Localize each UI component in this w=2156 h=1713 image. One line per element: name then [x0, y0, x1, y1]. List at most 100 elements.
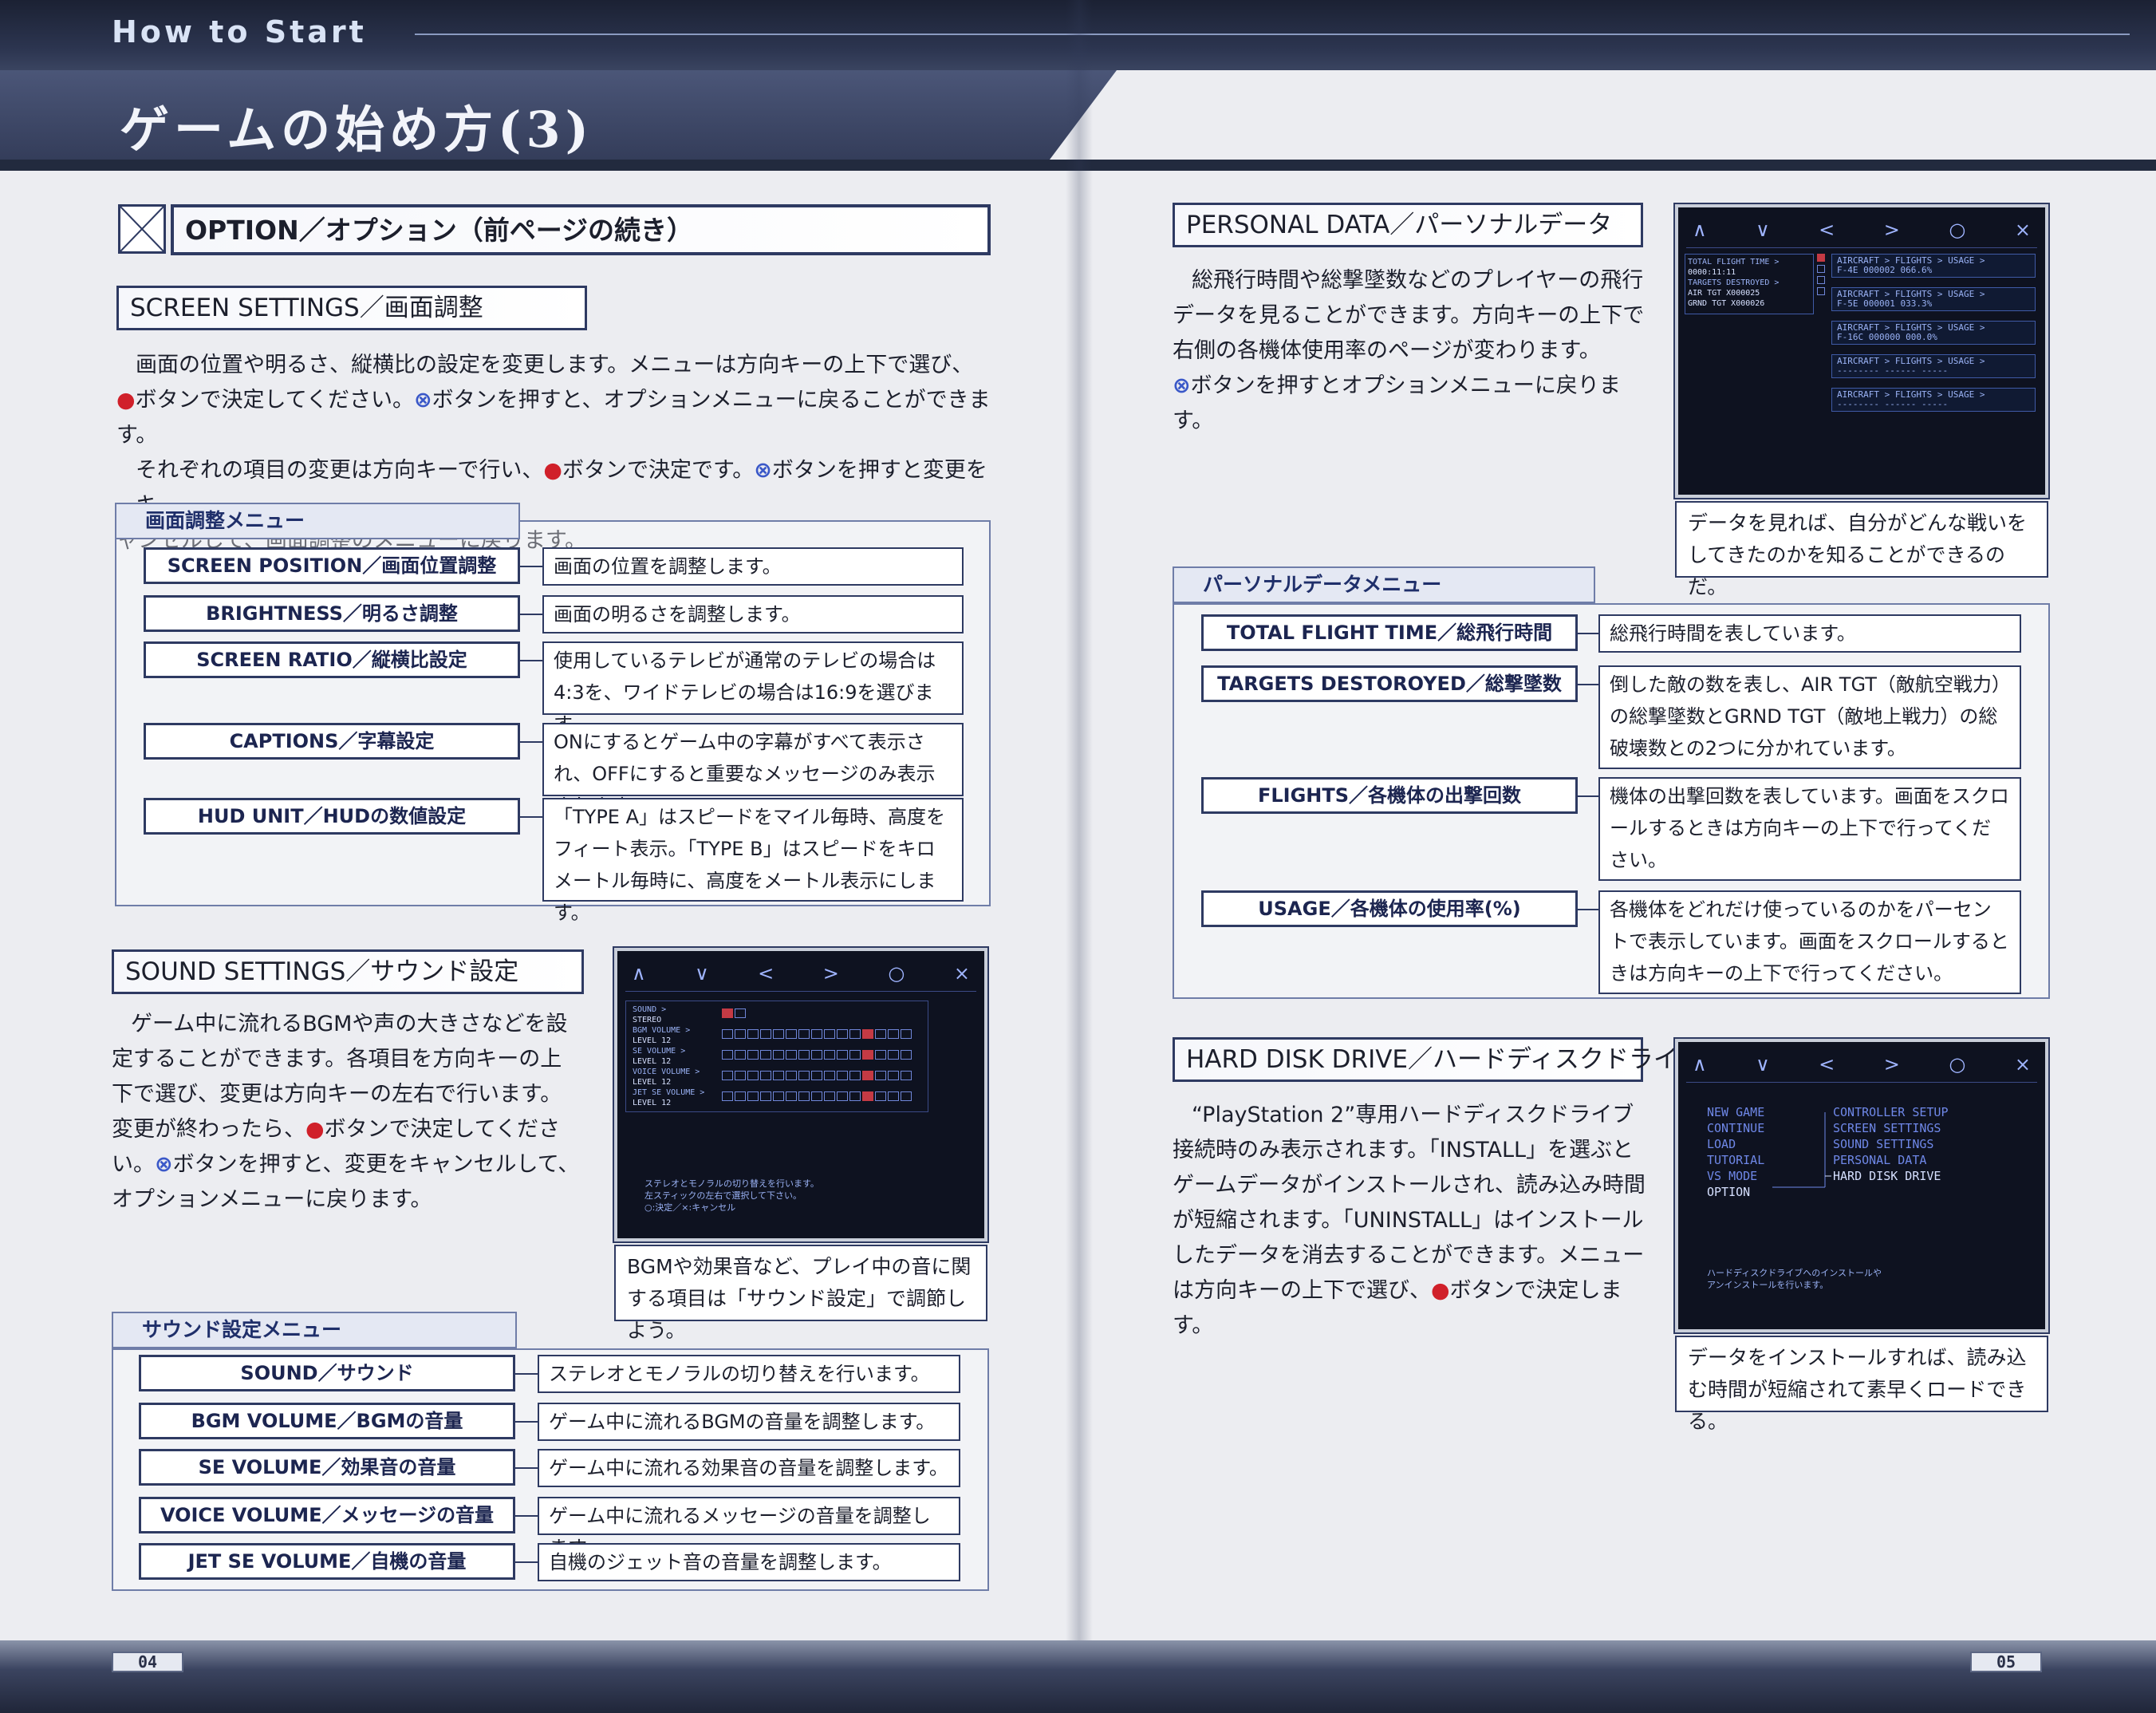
row-desc-screen-position: 画面の位置を調整します。 [542, 547, 964, 586]
menu-line: STEREO [633, 1016, 662, 1024]
cross-box-icon [120, 206, 164, 252]
row-connector [1578, 633, 1598, 634]
page-number-left: 04 [112, 1652, 183, 1672]
page-dot [1817, 276, 1825, 284]
row-desc-total-flight-time: 総飛行時間を表しています。 [1598, 614, 2021, 653]
main-menu-item: VS MODE [1707, 1169, 1758, 1183]
sound-menu-panel: SOUND > STEREO BGM VOLUME > LEVEL 12 SE … [625, 1001, 928, 1112]
col-usage: USAGE > [1948, 389, 1985, 400]
row-desc-brightness: 画面の明るさを調整します。 [542, 595, 964, 633]
row-label-captions: CAPTIONS／字幕設定 [144, 723, 520, 760]
main-menu-item: NEW GAME [1707, 1105, 1765, 1119]
row-label-voice-volume: VOICE VOLUME／メッセージの音量 [139, 1497, 515, 1533]
screen-nav-rule [625, 991, 976, 992]
page-title: ゲームの始め方(3) [120, 101, 593, 159]
left-icon: < [1819, 219, 1835, 241]
screen-settings-heading: SCREEN SETTINGS／画面調整 [116, 286, 587, 330]
right-icon: > [1883, 219, 1900, 241]
aircraft-name: F-4E [1837, 265, 1858, 275]
totals-line: 0000:11:11 [1688, 268, 1736, 277]
text-line: ボタンで決定してください。 [135, 388, 414, 412]
row-connector [515, 1561, 538, 1563]
sub-menu-list: CONTROLLER SETUP SCREEN SETTINGS SOUND S… [1833, 1104, 1949, 1184]
aircraft-flights: 000002 [1863, 265, 1895, 275]
top-rule [415, 34, 2130, 35]
help-line: アンインストールを行います。 [1707, 1280, 1829, 1290]
row-label-flights: FLIGHTS／各機体の出撃回数 [1201, 777, 1578, 814]
totals-line: TARGETS DESTROYED > [1688, 278, 1780, 287]
personal-data-caption: データを見れば、自分がどんな戦いをしてきたのかを知ることができるのだ。 [1675, 501, 2048, 598]
sound-settings-caption: BGMや効果音など、プレイ中の音に関する項目は「サウンド設定」で調節しよう。 [614, 1245, 987, 1342]
personal-data-text: 総飛行時間や総撃墜数などのプレイヤーの飛行データを見ることができます。方向キーの… [1173, 263, 1646, 439]
left-icon: < [758, 962, 775, 985]
aircraft-row: AIRCRAFT > FLIGHTS > USAGE > F-5E 000001 … [1831, 287, 2036, 311]
circle-button-icon: ● [1431, 1278, 1450, 1303]
volume-bar-voice [722, 1068, 913, 1080]
menu-line: LEVEL 12 [633, 1036, 672, 1045]
selector-cell [722, 1008, 733, 1018]
row-connector [1578, 909, 1598, 910]
hdd-heading: HARD DISK DRIVE／ハードディスクドライブ [1173, 1037, 1703, 1082]
text-line: “PlayStation 2”専用ハードディスクドライブ接続時のみ表示されます。… [1173, 1103, 1646, 1303]
help-line: 左スティックの左右で選択して下さい。 [644, 1190, 802, 1201]
up-icon: ∧ [1693, 219, 1707, 241]
aircraft-flights: 000000 [1868, 332, 1901, 342]
row-label-total-flight-time: TOTAL FLIGHT TIME／総飛行時間 [1201, 614, 1578, 651]
up-icon: ∧ [1693, 1053, 1707, 1076]
page-number-right: 05 [1970, 1652, 2042, 1672]
page-dot [1817, 265, 1825, 273]
screen-nav-bar: ∧ ∨ < > ○ × [1693, 219, 2031, 243]
aircraft-flights: 000001 [1863, 298, 1895, 309]
row-label-targets-destroyed: TARGETS DESTOROYED／総撃墜数 [1201, 665, 1578, 702]
sound-settings-heading: SOUND SETTINGS／サウンド設定 [112, 949, 584, 994]
row-desc-screen-ratio: 使用しているテレビが通常のテレビの場合は4:3を、ワイドテレビの場合は16:9を… [542, 641, 964, 736]
row-label-screen-position: SCREEN POSITION／画面位置調整 [144, 547, 520, 584]
row-desc-jet-se-volume: 自機のジェット音の音量を調整します。 [538, 1543, 960, 1581]
title-banner: ゲームの始め方(3) [0, 70, 1117, 160]
sub-menu-item: CONTROLLER SETUP [1833, 1105, 1949, 1119]
down-icon: ∨ [1756, 219, 1770, 241]
help-line: ハードディスクドライブへのインストールや [1707, 1268, 1882, 1278]
screen-nav-bar: ∧ ∨ < > ○ × [1693, 1053, 2031, 1077]
row-desc-sound: ステレオとモノラルの切り替えを行います。 [538, 1355, 960, 1393]
row-connector [520, 816, 542, 818]
row-desc-se-volume: ゲーム中に流れる効果音の音量を調整します。 [538, 1449, 960, 1487]
totals-line: AIR TGT X000025 [1688, 289, 1760, 298]
circle-button-icon: ● [543, 458, 562, 483]
menu-line: LEVEL 12 [633, 1078, 672, 1087]
col-usage: USAGE > [1948, 322, 1985, 333]
personal-data-heading: PERSONAL DATA／パーソナルデータ [1173, 203, 1643, 247]
aircraft-usage: ----- [1921, 365, 1949, 376]
book-gutter [1066, 0, 1093, 1713]
row-label-brightness: BRIGHTNESS／明るさ調整 [144, 595, 520, 632]
volume-grid [722, 1006, 913, 1101]
circle-icon: ○ [888, 962, 905, 985]
sound-menu-list: SOUND > STEREO BGM VOLUME > LEVEL 12 SE … [633, 1005, 712, 1108]
row-desc-targets-destroyed: 倒した敵の数を表し、AIR TGT（敵航空戦力）の総撃墜数とGRND TGT（敵… [1598, 665, 2021, 769]
text-line: ボタンを押すとオプションメニューに戻ります。 [1173, 373, 1621, 433]
circle-button-icon: ● [305, 1117, 325, 1142]
aircraft-usage: ----- [1921, 399, 1949, 409]
main-menu-item: LOAD [1707, 1137, 1736, 1151]
page-dot [1817, 254, 1825, 262]
aircraft-name: -------- [1837, 399, 1879, 409]
sound-settings-menu-title: サウンド設定メニュー [112, 1312, 517, 1348]
main-menu-list: NEW GAME CONTINUE LOAD TUTORIAL VS MODE … [1707, 1104, 1764, 1200]
bottom-banner [0, 1640, 2156, 1713]
hdd-help-text: ハードディスクドライブへのインストールや アンインストールを行います。 [1707, 1267, 1882, 1291]
personal-data-screenshot: ∧ ∨ < > ○ × TOTAL FLIGHT TIME > 0000:11:… [1675, 204, 2048, 498]
selector-cell [735, 1008, 746, 1018]
close-icon: × [2014, 1053, 2031, 1076]
sound-settings-text: ゲーム中に流れるBGMや声の大きさなどを設定することができます。各項目を方向キー… [112, 1007, 582, 1218]
down-icon: ∨ [695, 962, 709, 985]
aircraft-row: AIRCRAFT > FLIGHTS > USAGE > F-16C 000000… [1831, 321, 2036, 345]
row-connector [515, 1421, 538, 1423]
page-dot [1817, 287, 1825, 295]
cross-button-icon: ⊗ [754, 458, 772, 483]
screen-nav-rule [1686, 1082, 2037, 1083]
screen-settings-menu-title: 画面調整メニュー [115, 503, 520, 539]
menu-line: SOUND > [633, 1005, 667, 1014]
text-line: それぞれの項目の変更は方向キーで行い、 [136, 458, 544, 483]
menu-line: LEVEL 12 [633, 1099, 672, 1107]
option-heading-icon [118, 204, 166, 254]
